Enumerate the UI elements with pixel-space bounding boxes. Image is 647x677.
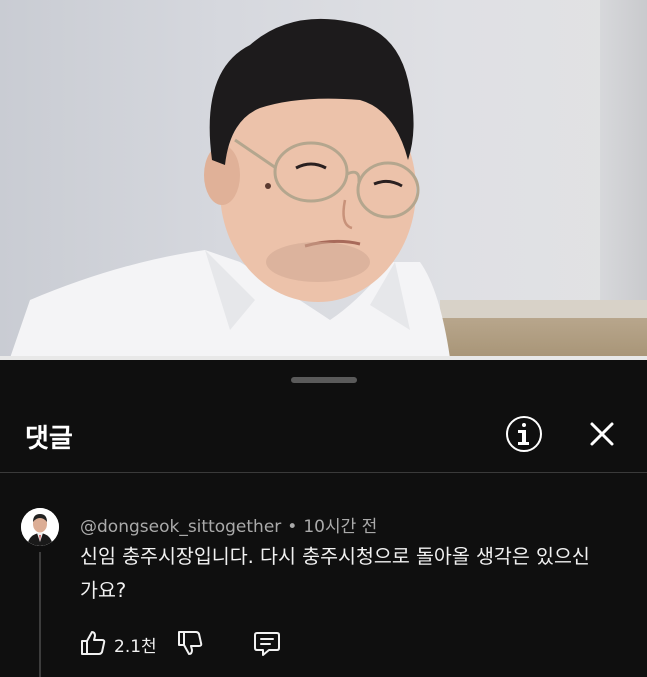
comments-sheet: 댓글 @dongseok_sittogether • 10시간 전 신임 충주시장입… (0, 360, 647, 677)
info-icon[interactable] (506, 416, 542, 452)
thumbs-down-icon[interactable] (175, 628, 205, 658)
like-count: 2.1천 (114, 637, 157, 657)
divider (0, 472, 647, 473)
avatar[interactable] (21, 508, 59, 546)
comment-author[interactable]: @dongseok_sittogether (80, 517, 281, 537)
comment-time: 10시간 전 (303, 517, 378, 537)
drag-handle[interactable] (291, 377, 357, 383)
thread-line (39, 552, 41, 677)
comment-text: 신임 충주시장입니다. 다시 충주시청으로 돌아올 생각은 있으신가요? (80, 545, 590, 602)
comments-title: 댓글 (25, 424, 73, 454)
comment-meta: @dongseok_sittogether • 10시간 전 (80, 512, 377, 537)
avatar-person-icon (21, 508, 59, 546)
close-icon[interactable] (586, 418, 618, 450)
meta-separator: • (287, 517, 298, 537)
person-in-video (10, 18, 450, 358)
thumbs-up-icon[interactable] (78, 628, 108, 658)
reply-comment-icon[interactable] (253, 629, 281, 657)
video-player[interactable] (0, 0, 647, 358)
